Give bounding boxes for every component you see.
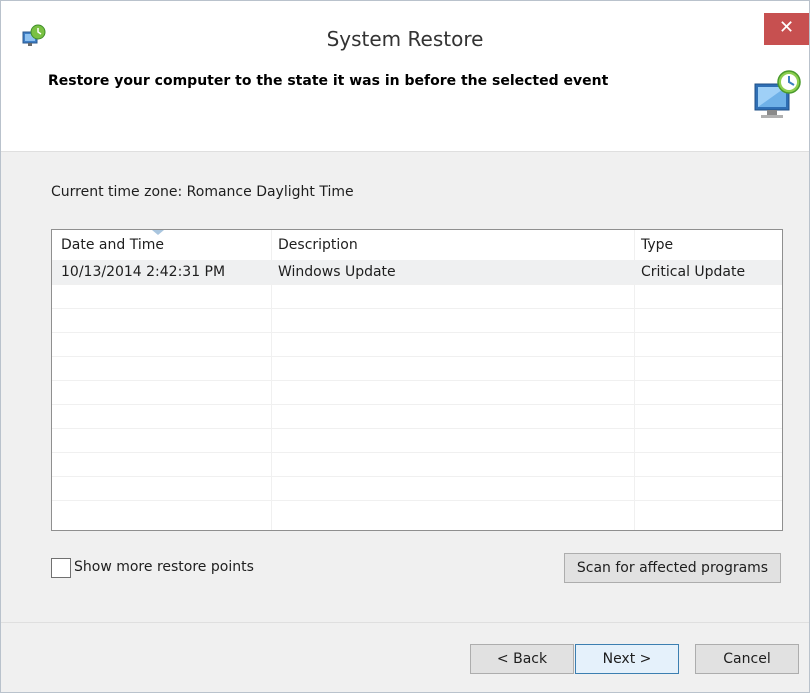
row-divider — [52, 356, 782, 357]
timezone-label: Current time zone: Romance Daylight Time — [51, 184, 354, 200]
wizard-header: Restore your computer to the state it wa… — [1, 62, 809, 152]
row-divider — [52, 308, 782, 309]
row-type: Critical Update — [641, 264, 746, 280]
row-date: 10/13/2014 2:42:31 PM — [61, 264, 226, 280]
cancel-button[interactable]: Cancel — [695, 644, 799, 674]
restore-points-table: Date and Time Description Type 10/13/201… — [51, 229, 783, 531]
row-divider — [52, 452, 782, 453]
system-restore-window: System Restore ✕ Restore your computer t… — [0, 0, 810, 693]
sort-ascending-icon — [152, 230, 164, 235]
row-divider — [52, 476, 782, 477]
table-row[interactable]: 10/13/2014 2:42:31 PM Windows Update Cri… — [52, 260, 782, 284]
column-header-date[interactable]: Date and Time — [61, 237, 164, 253]
row-divider — [52, 332, 782, 333]
show-more-restore-points-label[interactable]: Show more restore points — [74, 559, 254, 575]
row-divider — [52, 428, 782, 429]
close-icon: ✕ — [778, 17, 795, 38]
row-divider — [52, 404, 782, 405]
title-bar[interactable]: System Restore ✕ — [1, 1, 809, 62]
row-divider — [52, 380, 782, 381]
scan-affected-programs-button[interactable]: Scan for affected programs — [564, 553, 781, 583]
column-header-type[interactable]: Type — [641, 237, 673, 253]
footer-divider — [1, 622, 809, 623]
window-title: System Restore — [326, 27, 484, 51]
header-title: Restore your computer to the state it wa… — [48, 73, 609, 89]
column-header-description[interactable]: Description — [278, 237, 358, 253]
row-divider — [52, 284, 782, 285]
row-divider — [52, 500, 782, 501]
show-more-restore-points-checkbox[interactable] — [51, 558, 71, 578]
next-button[interactable]: Next > — [575, 644, 679, 674]
back-button[interactable]: < Back — [470, 644, 574, 674]
close-button[interactable]: ✕ — [764, 13, 809, 45]
system-restore-header-icon — [754, 70, 801, 118]
row-description: Windows Update — [278, 264, 396, 280]
